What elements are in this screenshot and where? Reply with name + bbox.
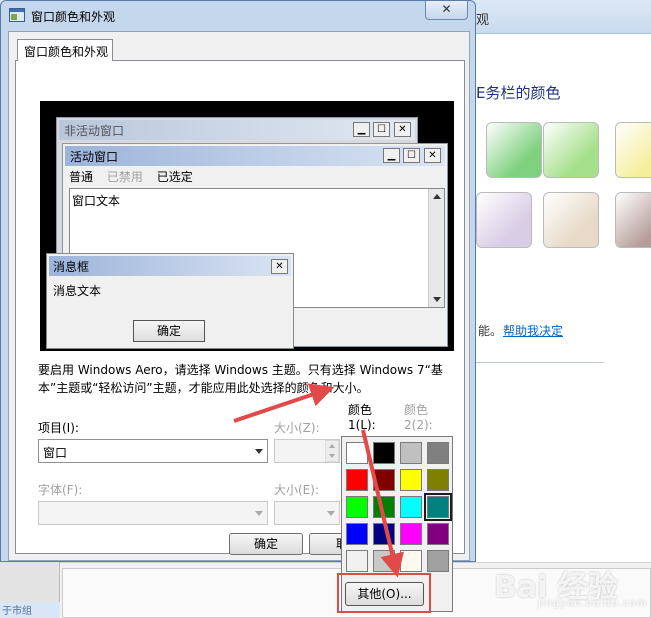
color-swatch-2[interactable] [543, 122, 599, 178]
close-icon: ✕ [271, 259, 288, 274]
font-label: 字体(F): [38, 483, 83, 497]
spinner-arrows-icon [325, 440, 339, 462]
palette-color-cell[interactable] [427, 442, 449, 464]
palette-color-cell[interactable] [373, 469, 395, 491]
chevron-down-icon [327, 511, 335, 516]
scroll-arrows-icon [433, 194, 441, 302]
palette-color-cell[interactable] [427, 523, 449, 545]
close-icon: ✕ [424, 148, 441, 163]
palette-color-cell[interactable] [427, 469, 449, 491]
palette-color-cell[interactable] [400, 496, 422, 518]
size-spinner[interactable] [274, 439, 340, 463]
color-swatch-3[interactable] [615, 122, 651, 178]
color1-label-line1: 颜色 [348, 403, 373, 417]
color-swatch-5[interactable] [543, 192, 599, 248]
palette-color-cell[interactable] [427, 550, 449, 572]
color2-label-line2: 2(2): [404, 418, 433, 432]
minimize-icon: ▁ [353, 122, 370, 137]
divider [476, 362, 604, 363]
palette-color-cell[interactable] [400, 442, 422, 464]
palette-color-cell[interactable] [373, 523, 395, 545]
close-icon: ✕ [394, 122, 411, 137]
preview-message-box: 消息框 ✕ 消息文本 确定 [46, 253, 294, 349]
aero-note: 要启用 Windows Aero，请选择 Windows 主题。只有选择 Win… [38, 363, 443, 395]
palette-color-cell[interactable] [424, 493, 452, 521]
palette-color-cell[interactable] [373, 442, 395, 464]
item-label: 项目(I): [38, 421, 79, 435]
color2-label-line1: 颜色 [404, 403, 429, 417]
item-select[interactable]: 窗口 [38, 439, 268, 463]
item-select-value: 窗口 [43, 446, 68, 460]
preview-ok-button: 确定 [133, 320, 205, 342]
color1-label: 颜色 1(L): [348, 401, 376, 432]
personalization-content [476, 34, 651, 564]
dialog-titlebar[interactable]: 窗口颜色和外观 ✕ [1, 1, 475, 31]
color-swatch-4[interactable] [476, 192, 532, 248]
color1-label-line2: 1(L): [348, 418, 376, 432]
preview-scrollbar [428, 189, 444, 307]
preview-menu-bar: 普通 已禁用 已选定 [69, 168, 203, 185]
taskbar-color-heading: E务栏的颜色 [476, 84, 561, 102]
maximize-icon: ☐ [403, 148, 420, 163]
palette-color-cell[interactable] [346, 523, 368, 545]
palette-color-cell[interactable] [373, 550, 395, 572]
font-select[interactable] [38, 501, 268, 525]
minimize-icon: ▁ [383, 148, 400, 163]
help-me-decide-link[interactable]: 帮助我决定 [503, 322, 563, 339]
close-button[interactable]: ✕ [425, 1, 468, 20]
tab-window-color[interactable]: 窗口颜色和外观 [17, 39, 113, 61]
ok-button[interactable]: 确定 [229, 533, 303, 555]
preview-window-text: 窗口文本 [72, 194, 121, 208]
other-colors-button[interactable]: 其他(O)... [345, 582, 424, 606]
preview-menu-normal: 普通 [69, 170, 94, 184]
personalization-title-fragment: 观 [476, 13, 490, 28]
palette-color-cell[interactable] [346, 496, 368, 518]
palette-color-cell[interactable] [400, 550, 422, 572]
color-swatch-1[interactable] [486, 122, 542, 178]
chevron-down-icon [255, 449, 263, 454]
palette-color-cell[interactable] [400, 469, 422, 491]
palette-color-cell[interactable] [346, 550, 368, 572]
help-prefix-text: 能。 [478, 324, 503, 338]
maximize-icon: ☐ [373, 122, 390, 137]
preview-menu-selected: 已选定 [156, 170, 193, 184]
preview-menu-disabled: 已禁用 [106, 170, 143, 184]
dialog-title: 窗口颜色和外观 [31, 10, 116, 24]
palette-color-cell[interactable] [346, 469, 368, 491]
font-size-select[interactable] [274, 501, 340, 525]
palette-color-cell[interactable] [346, 442, 368, 464]
taskbar-stub: 于市组 [0, 602, 60, 618]
preview-message-title-text: 消息框 [53, 260, 90, 274]
preview-message-title: 消息框 [49, 256, 291, 276]
color-swatch-6[interactable] [615, 192, 651, 248]
color2-label: 颜色 2(2): [404, 401, 433, 432]
palette-color-cell[interactable] [400, 523, 422, 545]
preview-message-text: 消息文本 [53, 284, 102, 298]
palette-color-cell[interactable] [373, 496, 395, 518]
size-label: 大小(Z): [274, 421, 320, 435]
font-size-label: 大小(E): [274, 483, 319, 497]
watermark-url: jingyan.baidu.com [538, 598, 648, 609]
chevron-down-icon [255, 511, 263, 516]
window-icon [9, 8, 25, 22]
